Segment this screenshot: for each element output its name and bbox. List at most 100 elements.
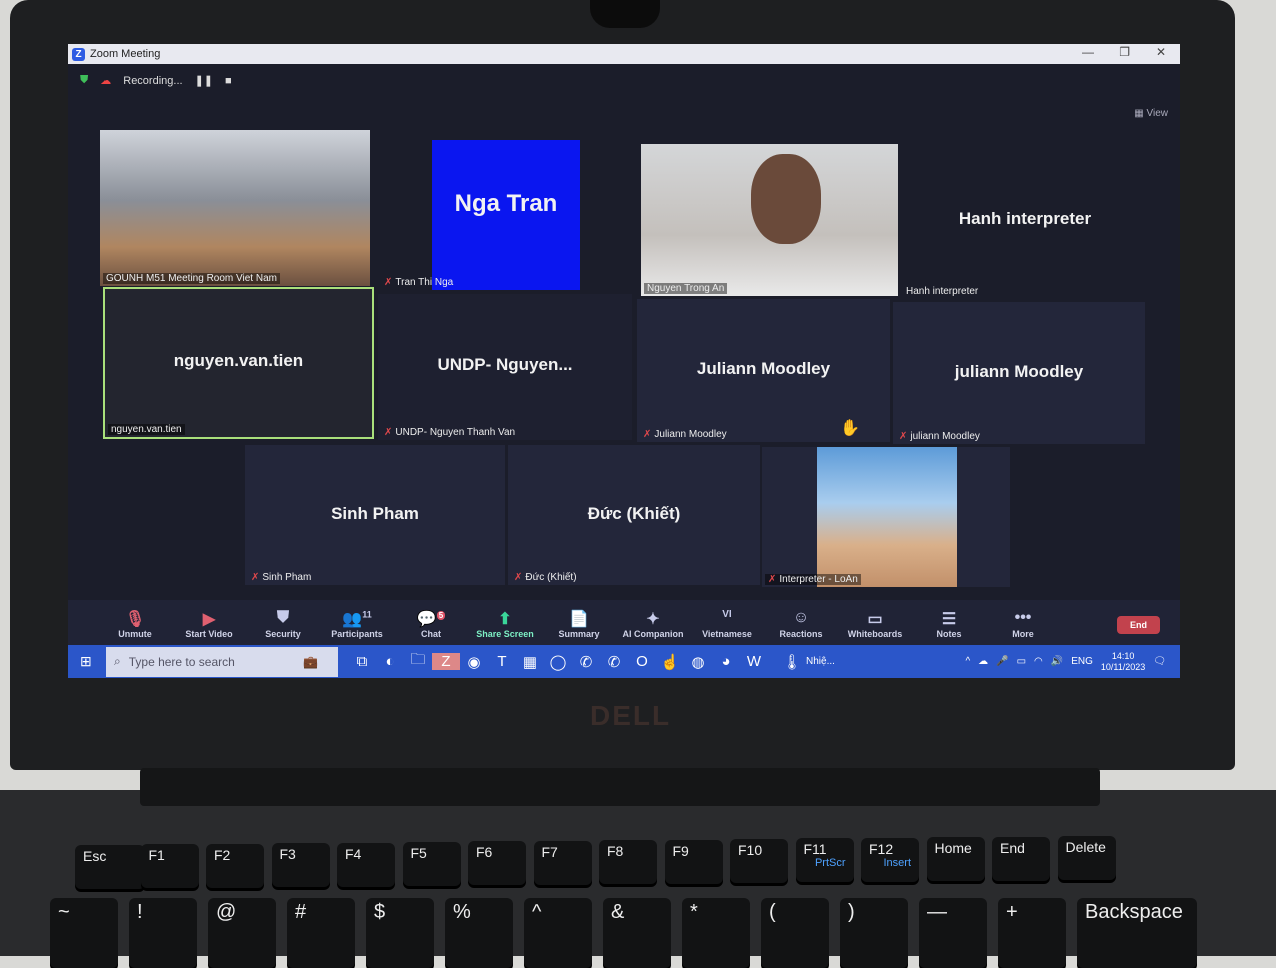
key-delete[interactable]: Delete — [1057, 836, 1116, 880]
edge-icon[interactable]: ◐ — [376, 653, 404, 670]
key-f4[interactable]: F4 — [337, 842, 395, 887]
security-button[interactable]: ⛊ Security — [246, 609, 320, 639]
key-11[interactable]: — — [919, 898, 987, 968]
windows-start-icon[interactable]: ⊞ — [80, 653, 92, 670]
microphone-icon[interactable]: 🎤 — [996, 656, 1008, 667]
video-tile[interactable]: Nga Tran ✗ Tran Thi Nga — [378, 130, 628, 290]
key-f7[interactable]: F7 — [533, 840, 592, 885]
more-button[interactable]: ••• More — [986, 609, 1060, 639]
recording-bar: ⛊ ☁ Recording... ❚❚ ■ — [80, 74, 232, 87]
notifications-icon[interactable]: 🗨 — [1153, 656, 1166, 667]
whatsapp-icon[interactable]: ✆ — [600, 653, 628, 671]
video-tile[interactable]: ✗ Interpreter - LoAn — [762, 447, 1010, 587]
chat-button[interactable]: 💬 5 Chat — [394, 609, 468, 639]
key-f1[interactable]: F1 — [140, 844, 199, 889]
weather-text[interactable]: Nhiệ... — [806, 656, 835, 667]
key-f8[interactable]: F8 — [599, 840, 657, 885]
restore-button[interactable]: ❐ — [1119, 45, 1130, 59]
video-tile[interactable]: UNDP- Nguyen... ✗ UNDP- Nguyen Thanh Van — [378, 294, 632, 440]
key-1[interactable]: ! — [129, 898, 197, 968]
key-13[interactable]: Backspace — [1077, 898, 1197, 968]
taskbar-search-input[interactable]: ⌕ Type here to search 💼 — [106, 646, 338, 677]
summary-button[interactable]: 📄 Summary — [542, 609, 616, 639]
close-button[interactable]: ✕ — [1156, 45, 1166, 59]
clock[interactable]: 14:10 10/11/2023 — [1101, 651, 1145, 673]
whiteboards-button[interactable]: ▭ Whiteboards — [838, 609, 912, 639]
video-tile[interactable]: Hanh interpreter Hanh interpreter — [900, 144, 1150, 299]
language-indicator[interactable]: ENG — [1071, 656, 1093, 667]
participant-label: nguyen.van.tien — [108, 424, 185, 435]
video-tile[interactable]: juliann Moodley ✗ juliann Moodley — [893, 302, 1145, 444]
more-icon: ••• — [1014, 609, 1032, 626]
app-icon[interactable]: ☝ — [656, 653, 684, 671]
video-tile[interactable]: Đức (Khiết) ✗ Đức (Khiết) — [508, 445, 760, 585]
teams-icon[interactable]: T — [488, 653, 516, 670]
end-meeting-button[interactable]: End — [1117, 616, 1160, 634]
video-tile[interactable]: Nguyen Trong An — [641, 144, 898, 296]
notes-button[interactable]: ☰ Notes — [912, 609, 986, 639]
share-screen-button[interactable]: ⬆ Share Screen — [468, 609, 542, 639]
key-f6[interactable]: F6 — [468, 841, 526, 886]
minimize-button[interactable]: — — [1082, 45, 1094, 59]
key-7[interactable]: & — [603, 898, 671, 968]
file-explorer-icon[interactable]: 🗀 — [404, 649, 432, 674]
app-icon[interactable]: ◍ — [684, 653, 712, 671]
zalo-icon[interactable]: ◯ — [544, 653, 572, 671]
video-tile[interactable]: Sinh Pham ✗ Sinh Pham — [245, 445, 505, 585]
key-f5[interactable]: F5 — [402, 842, 461, 886]
key-12[interactable]: + — [998, 898, 1066, 968]
video-tile[interactable]: GOUNH M51 Meeting Room Viet Nam — [100, 130, 370, 286]
zoom-app-icon[interactable]: Z — [432, 653, 460, 670]
participant-name: Sinh Pham — [331, 503, 419, 523]
onedrive-icon[interactable]: ☁ — [978, 656, 988, 667]
key-f10[interactable]: F10 — [730, 839, 788, 883]
chrome-icon[interactable]: ◉ — [460, 653, 488, 671]
chevron-up-icon[interactable]: ^ — [965, 656, 970, 667]
start-video-button[interactable]: ▶ Start Video — [172, 609, 246, 639]
zoom-window: Z Zoom Meeting — ❐ ✕ ⛊ ☁ Recording... ❚❚… — [68, 44, 1180, 678]
shield-icon: ⛊ — [276, 609, 289, 626]
unmute-button[interactable]: 🎙 Unmute — [98, 609, 172, 639]
pause-recording-button[interactable]: ❚❚ — [195, 74, 213, 87]
participant-video — [751, 154, 821, 244]
key-9[interactable]: ( — [761, 898, 829, 968]
title-bar: Z Zoom Meeting — ❐ ✕ — [68, 44, 1180, 64]
ai-companion-button[interactable]: ✦ AI Companion — [616, 609, 690, 639]
view-button[interactable]: ▦ View — [1134, 108, 1168, 119]
outlook-icon[interactable]: O — [628, 653, 656, 670]
key-f11[interactable]: F11 PrtScr — [795, 838, 854, 883]
key-f2[interactable]: F2 — [206, 843, 264, 888]
wifi-icon[interactable]: ◠ — [1034, 656, 1043, 667]
key-0[interactable]: ~ — [50, 898, 118, 968]
key-f9[interactable]: F9 — [664, 839, 723, 884]
key-end[interactable]: End — [992, 836, 1050, 881]
windows-taskbar: ⊞ ⌕ Type here to search 💼 ⧉ ◐ 🗀 Z ◉ T ▦ ◯ … — [68, 645, 1180, 678]
battery-icon[interactable]: ▭ — [1017, 656, 1026, 667]
interpretation-button[interactable]: VI Vietnamese — [690, 609, 764, 639]
video-tile[interactable]: Juliann Moodley ✋ ✗ Juliann Moodley — [637, 299, 890, 442]
key-8[interactable]: * — [682, 898, 750, 968]
viber-icon[interactable]: ✆ — [572, 653, 600, 671]
key-4[interactable]: $ — [366, 898, 434, 968]
key-f3[interactable]: F3 — [271, 843, 330, 888]
language-icon: VI — [722, 609, 732, 620]
volume-icon[interactable]: 🔊 — [1051, 656, 1063, 667]
key-10[interactable]: ) — [840, 898, 908, 968]
app-icon[interactable]: ▦ — [516, 653, 544, 671]
video-off-icon: ▶ — [202, 611, 216, 628]
word-icon[interactable]: W — [740, 653, 768, 670]
key-home[interactable]: Home — [926, 837, 985, 882]
key-2[interactable]: @ — [208, 898, 276, 968]
key-esc[interactable]: Esc — [75, 845, 145, 889]
task-view-icon[interactable]: ⧉ — [348, 653, 376, 670]
key-f12[interactable]: F12 Insert — [861, 837, 919, 882]
reactions-button[interactable]: ☺ Reactions — [764, 609, 838, 639]
key-5[interactable]: % — [445, 898, 513, 968]
weather-icon: 🌡 — [782, 653, 802, 671]
key-6[interactable]: ^ — [524, 898, 592, 968]
messenger-icon[interactable]: ◕ — [712, 653, 740, 670]
video-tile-active-speaker[interactable]: nguyen.van.tien nguyen.van.tien — [103, 287, 374, 439]
key-3[interactable]: # — [287, 898, 355, 968]
stop-recording-button[interactable]: ■ — [225, 75, 232, 87]
participants-button[interactable]: 👥11 Participants — [320, 609, 394, 639]
